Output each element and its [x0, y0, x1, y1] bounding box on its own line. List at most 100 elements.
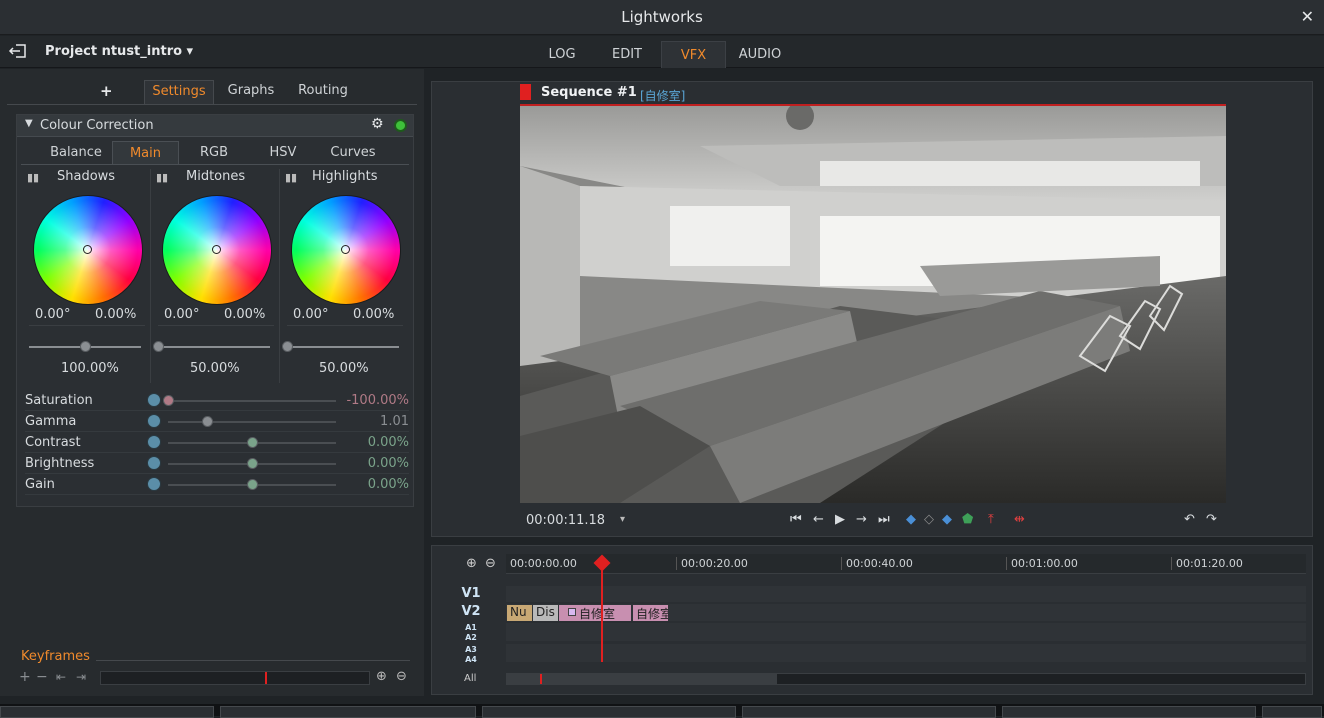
taskbar-item[interactable] — [0, 706, 214, 718]
param-knob[interactable] — [163, 395, 174, 406]
param-value[interactable]: 1.01 — [380, 414, 409, 429]
taskbar-item[interactable] — [1002, 706, 1256, 718]
level-knob[interactable] — [282, 341, 293, 352]
tab-audio[interactable]: AUDIO — [732, 41, 788, 68]
keyframe-track[interactable] — [100, 671, 370, 685]
clip[interactable]: Nu — [507, 605, 532, 621]
tab-log[interactable]: LOG — [536, 41, 588, 68]
clip[interactable]: 自修室 — [633, 605, 668, 621]
shadows-colour-wheel[interactable] — [33, 195, 143, 305]
timecode[interactable]: 00:00:11.18 — [526, 513, 605, 528]
param-value[interactable]: -100.00% — [346, 393, 409, 408]
project-menu[interactable]: Project ntust_intro ▾ — [45, 44, 193, 59]
param-knob[interactable] — [247, 437, 258, 448]
tab-graphs[interactable]: Graphs — [222, 80, 280, 104]
tab-curves[interactable]: Curves — [321, 141, 385, 165]
param-knob[interactable] — [247, 479, 258, 490]
reset-icon[interactable] — [147, 477, 161, 491]
extract-icon[interactable]: ⇹ — [1014, 512, 1025, 527]
tab-rgb[interactable]: RGB — [183, 141, 245, 165]
track-label-a1[interactable]: A1 — [446, 623, 496, 632]
gear-icon[interactable]: ⚙ — [371, 116, 384, 132]
tab-vfx[interactable]: VFX — [661, 41, 726, 68]
level-knob[interactable] — [80, 341, 91, 352]
taskbar-item[interactable] — [742, 706, 996, 718]
collapse-triangle-icon[interactable]: ▼ — [25, 118, 33, 129]
taskbar-item[interactable] — [482, 706, 736, 718]
add-keyframe-icon[interactable]: + — [19, 669, 31, 685]
playhead[interactable] — [601, 558, 603, 662]
exit-project-icon[interactable] — [8, 42, 28, 60]
wheel-handle[interactable] — [212, 245, 221, 254]
effect-header[interactable]: ▼ Colour Correction ⚙ — [17, 115, 413, 137]
time-ruler[interactable]: 00:00:00.00 00:00:20.00 00:00:40.00 00:0… — [506, 554, 1306, 574]
track-a3-a4[interactable] — [506, 644, 1306, 662]
param-value[interactable]: 0.00% — [368, 456, 409, 471]
clip[interactable]: Dis — [533, 605, 558, 621]
lift-icon[interactable]: ⤒ — [988, 512, 994, 527]
param-value[interactable]: 0.00% — [368, 477, 409, 492]
step-back-icon[interactable]: ← — [813, 512, 824, 527]
mark-in-icon[interactable]: ◆ — [906, 512, 916, 527]
step-forward-icon[interactable]: → — [856, 512, 867, 527]
add-effect-button[interactable]: + — [100, 82, 113, 100]
level-slider[interactable] — [287, 346, 399, 348]
tab-hsv[interactable]: HSV — [251, 141, 315, 165]
tab-balance[interactable]: Balance — [43, 141, 109, 165]
prev-keyframe-icon[interactable]: ⇤ — [56, 670, 66, 684]
undo-icon[interactable]: ↶ — [1184, 512, 1195, 527]
wheel-handle[interactable] — [83, 245, 92, 254]
tab-edit[interactable]: EDIT — [600, 41, 654, 68]
param-value[interactable]: 0.00% — [368, 435, 409, 450]
highlights-colour-wheel[interactable] — [291, 195, 401, 305]
zoom-out-icon[interactable]: ⊖ — [396, 669, 407, 684]
close-button[interactable]: ✕ — [1301, 7, 1314, 26]
scrollbar-thumb[interactable] — [507, 674, 777, 684]
play-icon[interactable]: ▶ — [835, 512, 845, 527]
go-to-start-icon[interactable]: ⏮ — [790, 512, 802, 527]
add-cue-icon[interactable]: ⬟ — [962, 512, 973, 527]
taskbar-item[interactable] — [1262, 706, 1322, 718]
track-label-a3[interactable]: A3 — [446, 645, 496, 654]
taskbar-item[interactable] — [220, 706, 476, 718]
redo-icon[interactable]: ↷ — [1206, 512, 1217, 527]
reset-icon[interactable] — [147, 414, 161, 428]
track-label-v1[interactable]: V1 — [446, 586, 496, 601]
next-keyframe-icon[interactable]: ⇥ — [76, 670, 86, 684]
param-row-gain: Gain 0.00% — [25, 474, 409, 495]
track-a1-a2[interactable] — [506, 623, 1306, 641]
remove-keyframe-icon[interactable]: − — [36, 669, 48, 685]
enable-toggle-icon[interactable] — [394, 119, 407, 132]
level-knob[interactable] — [153, 341, 164, 352]
param-knob[interactable] — [247, 458, 258, 469]
track-label-a2[interactable]: A2 — [446, 633, 496, 642]
track-v1[interactable] — [506, 586, 1306, 602]
midtones-colour-wheel[interactable] — [162, 195, 272, 305]
histogram-icon[interactable]: ▮▮ — [285, 171, 297, 184]
zoom-in-icon[interactable]: ⊕ — [466, 556, 477, 571]
zoom-in-icon[interactable]: ⊕ — [376, 669, 387, 684]
all-tracks-button[interactable]: All — [464, 673, 476, 684]
track-label-v2[interactable]: V2 — [446, 604, 496, 619]
histogram-icon[interactable]: ▮▮ — [27, 171, 39, 184]
go-to-end-icon[interactable]: ⏭ — [878, 512, 890, 527]
timecode-dropdown-icon[interactable]: ▾ — [620, 514, 625, 525]
mark-out-icon[interactable]: ◆ — [942, 512, 952, 527]
wheel-handle[interactable] — [341, 245, 350, 254]
param-slider[interactable] — [168, 421, 336, 423]
histogram-icon[interactable]: ▮▮ — [156, 171, 168, 184]
param-slider[interactable] — [168, 400, 336, 402]
tab-main[interactable]: Main — [112, 141, 179, 165]
mark-clip-icon[interactable]: ◇ — [924, 512, 934, 527]
reset-icon[interactable] — [147, 435, 161, 449]
timeline-scrollbar[interactable] — [506, 673, 1306, 685]
level-slider[interactable] — [158, 346, 270, 348]
tab-routing[interactable]: Routing — [292, 80, 354, 104]
param-knob[interactable] — [201, 416, 213, 427]
zoom-out-icon[interactable]: ⊖ — [485, 556, 496, 571]
track-label-a4[interactable]: A4 — [446, 655, 496, 664]
reset-icon[interactable] — [147, 456, 161, 470]
keyframe-playhead[interactable] — [265, 672, 267, 684]
tab-settings[interactable]: Settings — [144, 80, 214, 104]
reset-icon[interactable] — [147, 393, 161, 407]
